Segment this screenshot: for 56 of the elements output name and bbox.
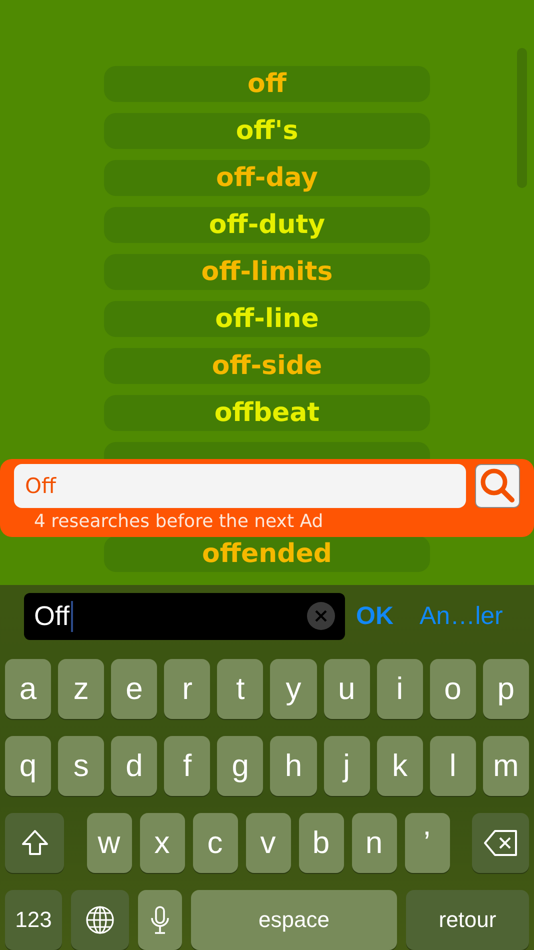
- letter-key[interactable]: g: [217, 736, 264, 796]
- letter-key[interactable]: d: [111, 736, 158, 796]
- letter-key[interactable]: h: [270, 736, 317, 796]
- microphone-icon: [150, 905, 170, 935]
- letter-key[interactable]: n: [352, 813, 396, 873]
- word-item[interactable]: off-side: [104, 348, 430, 384]
- input-field[interactable]: Off: [24, 592, 345, 640]
- backspace-icon: [482, 829, 518, 857]
- search-icon: [478, 467, 516, 505]
- search-button[interactable]: [475, 464, 520, 508]
- microphone-key[interactable]: [138, 890, 182, 950]
- letter-key[interactable]: i: [376, 659, 423, 719]
- letter-key[interactable]: e: [111, 659, 158, 719]
- letter-key[interactable]: m: [482, 736, 529, 796]
- letter-key[interactable]: q: [5, 736, 52, 796]
- letter-key[interactable]: v: [246, 813, 290, 873]
- letter-key[interactable]: x: [140, 813, 184, 873]
- letter-key[interactable]: u: [324, 659, 370, 719]
- ok-button[interactable]: OK: [356, 602, 394, 630]
- word-item[interactable]: offbeat: [104, 395, 430, 431]
- input-text: Off: [34, 600, 70, 632]
- letter-key[interactable]: p: [482, 659, 529, 719]
- word-item[interactable]: off's: [104, 113, 430, 149]
- word-item[interactable]: off-limits: [104, 254, 430, 290]
- letter-key[interactable]: z: [58, 659, 104, 719]
- letter-key[interactable]: s: [58, 736, 104, 796]
- letter-key[interactable]: ’: [404, 813, 450, 873]
- letter-key[interactable]: l: [430, 736, 476, 796]
- shift-key[interactable]: [5, 813, 64, 873]
- letter-key[interactable]: k: [376, 736, 423, 796]
- letter-key[interactable]: w: [86, 813, 132, 873]
- letter-key[interactable]: y: [270, 659, 317, 719]
- globe-key[interactable]: [71, 890, 129, 950]
- search-field[interactable]: Off: [14, 464, 466, 508]
- numbers-key[interactable]: 123: [5, 890, 62, 950]
- space-key[interactable]: espace: [191, 890, 397, 950]
- letter-key[interactable]: t: [217, 659, 264, 719]
- word-item[interactable]: offended: [104, 536, 430, 572]
- return-key[interactable]: retour: [406, 890, 529, 950]
- backspace-key[interactable]: [472, 813, 529, 873]
- letter-key[interactable]: a: [5, 659, 52, 719]
- letter-key[interactable]: r: [164, 659, 210, 719]
- text-caret: [70, 600, 73, 632]
- letter-key[interactable]: j: [324, 736, 370, 796]
- letter-key[interactable]: f: [164, 736, 210, 796]
- letter-key[interactable]: c: [192, 813, 238, 873]
- letter-key[interactable]: b: [298, 813, 344, 873]
- word-item[interactable]: off-line: [104, 301, 430, 337]
- word-item[interactable]: off: [104, 66, 430, 102]
- word-item[interactable]: off-day: [104, 160, 430, 196]
- word-item[interactable]: off-duty: [104, 207, 430, 243]
- globe-icon: [85, 905, 115, 935]
- letter-key[interactable]: o: [430, 659, 476, 719]
- cancel-button[interactable]: An…ler: [420, 602, 503, 630]
- shift-icon: [20, 828, 50, 858]
- ad-notice: 4 researches before the next Ad: [34, 511, 324, 533]
